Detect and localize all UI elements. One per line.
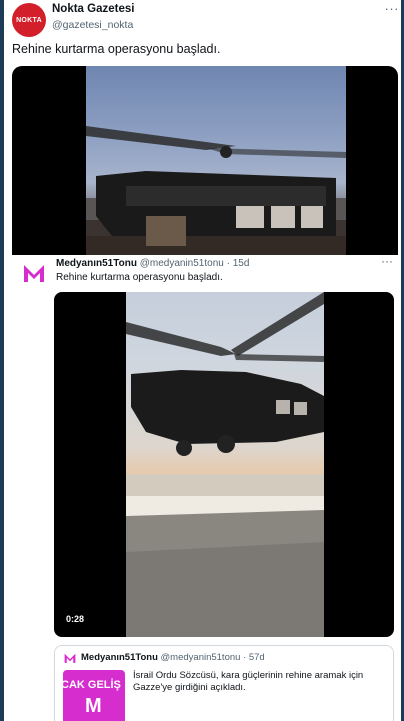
quoted-author-name[interactable]: Medyanın51Tonu — [56, 258, 137, 269]
nested-author-handle[interactable]: @medyanin51tonu · 57d — [161, 652, 265, 663]
helicopter-image — [126, 292, 324, 637]
video-duration: 0:28 — [66, 614, 85, 624]
nested-author-name[interactable]: Medyanın51Tonu — [81, 652, 158, 663]
tweet-video[interactable] — [12, 66, 398, 260]
quoted-author-handle[interactable]: @medyanin51tonu · 15d — [140, 258, 250, 269]
thumbnail-logo-letter: M — [85, 695, 102, 717]
video-frame — [86, 66, 346, 260]
avatar[interactable] — [19, 258, 49, 288]
tweet-text: Rehine kurtarma operasyonu başladı. — [12, 42, 221, 56]
nested-quote[interactable]: Medyanın51Tonu @medyanin51tonu · 57d CAK… — [54, 645, 394, 721]
avatar[interactable]: NOKTA — [12, 3, 46, 37]
quoted-author-line[interactable]: Medyanın51Tonu @medyanin51tonu · 15d — [56, 258, 249, 269]
medya-logo-icon — [64, 653, 76, 663]
quoted-tweet-text: Rehine kurtarma operasyonu başladı. — [56, 272, 223, 283]
thumbnail-caption: CAK GELİŞ — [63, 679, 121, 691]
avatar[interactable] — [63, 651, 77, 665]
top-tweet[interactable]: NOKTA Nokta Gazetesi @gazetesi_nokta ···… — [4, 0, 401, 260]
nested-thumbnail[interactable]: CAK GELİŞ M — [63, 670, 125, 721]
helicopter-image — [86, 126, 346, 260]
medya-logo-icon — [24, 265, 44, 282]
avatar-logo-text: NOKTA — [16, 16, 42, 24]
nested-author-line[interactable]: Medyanın51Tonu @medyanin51tonu · 57d — [81, 652, 265, 663]
quoted-video[interactable]: 0:28 — [54, 292, 394, 637]
video-frame — [126, 292, 324, 637]
more-options-icon[interactable]: ··· — [381, 254, 393, 268]
more-options-icon[interactable]: ··· — [385, 1, 400, 16]
tweet-author-name[interactable]: Nokta Gazetesi — [52, 3, 134, 15]
nested-tweet-text: İsrail Ordu Sözcüsü, kara güçlerinin reh… — [133, 670, 364, 693]
quoted-tweet[interactable]: Medyanın51Tonu @medyanin51tonu · 15d ···… — [4, 254, 401, 721]
tweet-author-handle[interactable]: @gazetesi_nokta — [52, 19, 133, 31]
